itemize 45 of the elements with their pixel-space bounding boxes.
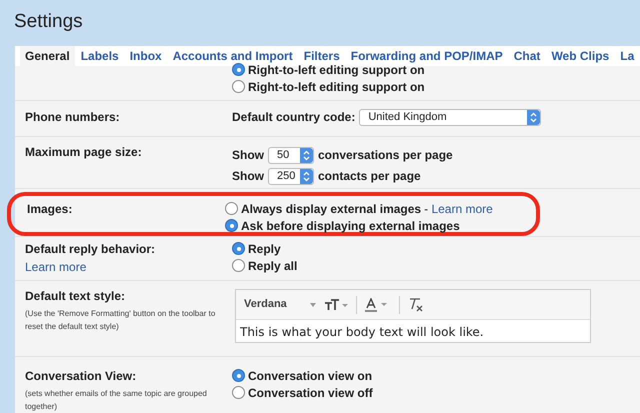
remove-formatting-icon[interactable] — [408, 298, 424, 312]
show-label: Show — [232, 147, 264, 164]
option-label: Always display external images — [241, 200, 422, 218]
option-label: Conversation view on — [248, 368, 372, 384]
settings-tab[interactable]: General — [20, 46, 75, 66]
option-label: Reply all — [248, 258, 298, 274]
option-label: Ask before displaying external images — [241, 218, 460, 234]
radio-button[interactable] — [232, 369, 245, 382]
page-size-select[interactable]: 50 — [268, 146, 314, 164]
stepper-icon — [300, 168, 313, 184]
setting-label: Images: — [27, 201, 74, 218]
option-label: Reply — [248, 240, 281, 258]
radio-button[interactable] — [225, 202, 238, 215]
learn-more-link[interactable]: Learn more — [25, 258, 232, 276]
separator-dash: - — [424, 202, 428, 216]
stepper-icon — [300, 148, 313, 162]
radio-button[interactable] — [225, 219, 238, 232]
show-label: Show — [232, 168, 264, 185]
font-select[interactable]: Verdana — [244, 296, 302, 313]
page-size-select[interactable]: 250 — [268, 168, 314, 184]
radio-button[interactable] — [232, 80, 245, 93]
stepper-icon — [527, 110, 540, 124]
setting-label: Default text style: — [25, 288, 126, 305]
radio-button[interactable] — [232, 242, 245, 255]
sample-text: This is what your body text will look like. — [236, 320, 590, 342]
setting-label: Maximum page size: — [25, 144, 143, 161]
text-style-editor[interactable]: Verdana This is what your body text will look like. — [235, 289, 591, 343]
setting-label: Conversation View: — [25, 368, 138, 385]
country-code-select[interactable]: United Kingdom — [359, 108, 542, 126]
option-label: Right-to-left editing support on — [248, 78, 425, 96]
option-label: Conversation view off — [248, 384, 373, 402]
size-label: conversations per page — [318, 147, 453, 164]
caret-icon — [310, 302, 316, 306]
radio-button[interactable] — [232, 63, 245, 76]
setting-note: (Use the 'Remove Formatting' button on the toolbar to reset the default text style) — [25, 308, 216, 333]
text-size-icon[interactable] — [324, 298, 348, 310]
setting-label: Default reply behavior: — [25, 241, 156, 258]
radio-button[interactable] — [232, 259, 245, 272]
field-label: Default country code: — [232, 109, 356, 126]
size-label: contacts per page — [318, 168, 421, 185]
setting-note: (sets whether emails of the same topic are grouped together) — [25, 388, 208, 413]
setting-label: Phone numbers: — [25, 109, 121, 126]
learn-more-link[interactable]: Learn more — [431, 202, 493, 216]
radio-button[interactable] — [232, 386, 245, 399]
window-title: Settings — [13, 10, 84, 34]
